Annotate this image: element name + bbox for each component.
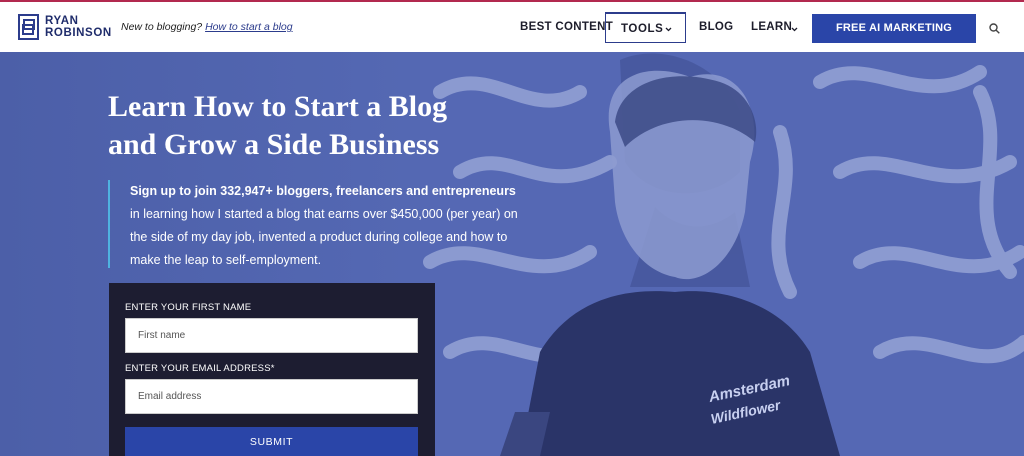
logo-text: RYAN ROBINSON [45,15,112,39]
logo-mark-icon [18,14,39,40]
hero-headline-line1: Learn How to Start a Blog [108,90,448,123]
first-name-input[interactable]: First name [125,318,418,353]
hero-headline: Learn How to Start a Blog and Grow a Sid… [108,88,528,164]
signup-form: ENTER YOUR FIRST NAME First name ENTER Y… [109,283,435,456]
email-label: ENTER YOUR EMAIL ADDRESS* [125,363,275,374]
chevron-down-icon[interactable] [791,27,798,32]
how-to-start-blog-link[interactable]: How to start a blog [205,21,293,33]
hero-intro-bold: Sign up to join 332,947+ bloggers, freel… [130,184,516,198]
hero-headline-line2: and Grow a Side Business [108,128,440,161]
site-logo[interactable]: RYAN ROBINSON [18,14,112,40]
search-icon[interactable] [989,23,1000,34]
nav-best-content[interactable]: BEST CONTENT [520,21,613,33]
nav-tools[interactable]: TOOLS [605,12,686,43]
nav-blog[interactable]: BLOG [699,21,733,33]
header-tagline: New to blogging? How to start a blog [121,21,293,33]
free-ai-marketing-course-button[interactable]: FREE AI MARKETING COURSE [812,14,976,63]
tagline-prefix: New to blogging? [121,21,203,33]
hero-section: Amsterdam Wildflower Learn How to Start … [0,52,1024,456]
logo-line2: ROBINSON [45,27,112,39]
hero-intro-text: in learning how I started a blog that ea… [130,207,518,267]
submit-button[interactable]: SUBMIT [125,427,418,456]
site-header: RYAN ROBINSON New to blogging? How to st… [0,2,1024,63]
nav-tools-label: TOOLS [621,23,664,35]
first-name-label: ENTER YOUR FIRST NAME [125,302,252,313]
logo-line1: RYAN [45,15,79,27]
hero-intro: Sign up to join 332,947+ bloggers, freel… [108,180,528,268]
nav-learn[interactable]: LEARN [751,21,792,33]
chevron-down-icon [665,27,672,32]
email-input[interactable]: Email address [125,379,418,414]
